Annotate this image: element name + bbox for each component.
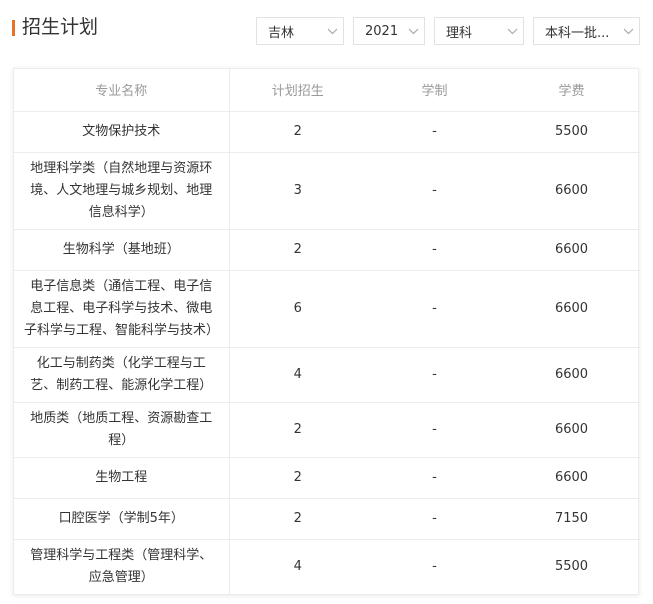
cell-fee: 6600 xyxy=(503,152,640,230)
cell-plan: 3 xyxy=(229,152,366,230)
cell-plan: 4 xyxy=(293,558,302,574)
cell-plan: 2 xyxy=(229,229,366,271)
enrollment-plan-table: 专业名称 计划招生 学制 学费 文物保护技术 2 - 5500 地理科学类（自然… xyxy=(13,68,640,595)
chevron-down-icon xyxy=(402,28,424,35)
cell-fee: 5500 xyxy=(554,558,589,574)
page-title: 招生计划 xyxy=(22,16,99,38)
cell-fee: 5500 xyxy=(503,111,640,153)
cell-fee: 6600 xyxy=(503,402,640,458)
cell-duration: - xyxy=(432,558,437,574)
cell-duration: - xyxy=(366,111,503,153)
table-row: 生物工程 2 - 6600 xyxy=(14,457,640,499)
cell-plan: 6 xyxy=(229,270,366,348)
batch-select-value: 本科一批... xyxy=(545,25,610,41)
cell-fee: 7150 xyxy=(503,498,640,540)
cell-major: 地理科学类（自然地理与资源环境、人文地理与城乡规划、地理信息科学） xyxy=(14,152,230,230)
column-header-plan: 计划招生 xyxy=(229,69,366,112)
cell-major: 生物科学（基地班） xyxy=(14,229,230,271)
cell-duration: - xyxy=(366,457,503,499)
cell-major: 口腔医学（学制5年） xyxy=(14,498,230,540)
cell-major: 地质类（地质工程、资源勘查工程） xyxy=(14,402,230,458)
subject-select[interactable]: 理科 xyxy=(434,17,524,45)
year-select[interactable]: 2021 xyxy=(353,17,425,45)
column-header-fee: 学费 xyxy=(503,69,640,112)
cell-fee: 6600 xyxy=(503,270,640,348)
cell-major: 文物保护技术 xyxy=(14,111,230,153)
province-select[interactable]: 吉林 xyxy=(256,17,344,45)
cell-plan: 4 xyxy=(229,347,366,403)
table-row: 化工与制药类（化学工程与工艺、制药工程、能源化学工程） 4 - 6600 xyxy=(14,347,640,403)
cell-fee: 6600 xyxy=(503,347,640,403)
year-select-value: 2021 xyxy=(365,23,399,39)
table-row: 地理科学类（自然地理与资源环境、人文地理与城乡规划、地理信息科学） 3 - 66… xyxy=(14,152,640,230)
title-accent-bar xyxy=(12,20,15,36)
cell-major: 生物工程 xyxy=(14,457,230,499)
chevron-down-icon xyxy=(321,28,343,35)
page-header: 招生计划 吉林 2021 理科 本科一批... xyxy=(0,0,653,60)
cell-plan: 2 xyxy=(229,498,366,540)
cell-fee: 6600 xyxy=(503,229,640,271)
table-row: 生物科学（基地班） 2 - 6600 xyxy=(14,229,640,271)
cell-plan: 2 xyxy=(229,457,366,499)
chevron-down-icon xyxy=(617,28,639,35)
table-row: 口腔医学（学制5年） 2 - 7150 xyxy=(14,498,640,540)
cell-duration: - xyxy=(366,347,503,403)
province-select-value: 吉林 xyxy=(268,25,295,41)
cell-duration: - xyxy=(366,498,503,540)
table-row: 管理科学与工程类（管理科学、应急管理） 4 - 5500 xyxy=(14,539,640,594)
table-header-row: 专业名称 计划招生 学制 学费 xyxy=(14,69,640,112)
cell-fee: 6600 xyxy=(503,457,640,499)
column-header-major: 专业名称 xyxy=(14,69,230,112)
table-row: 电子信息类（通信工程、电子信息工程、电子科学与技术、微电子科学与工程、智能科学与… xyxy=(14,270,640,348)
subject-select-value: 理科 xyxy=(446,25,473,41)
cell-major: 化工与制药类（化学工程与工艺、制药工程、能源化学工程） xyxy=(14,347,230,403)
table-row: 地质类（地质工程、资源勘查工程） 2 - 6600 xyxy=(14,402,640,458)
cell-major: 电子信息类（通信工程、电子信息工程、电子科学与技术、微电子科学与工程、智能科学与… xyxy=(14,270,230,348)
cell-duration: - xyxy=(366,402,503,458)
cell-duration: - xyxy=(366,152,503,230)
chevron-down-icon xyxy=(501,28,523,35)
cell-plan: 2 xyxy=(229,111,366,153)
column-header-duration: 学制 xyxy=(366,69,503,112)
cell-duration: - xyxy=(366,270,503,348)
table-row: 文物保护技术 2 - 5500 xyxy=(14,111,640,153)
batch-select[interactable]: 本科一批... xyxy=(533,17,640,45)
cell-major: 管理科学与工程类（管理科学、应急管理） xyxy=(14,539,230,594)
cell-plan: 2 xyxy=(229,402,366,458)
cell-duration: - xyxy=(366,229,503,271)
